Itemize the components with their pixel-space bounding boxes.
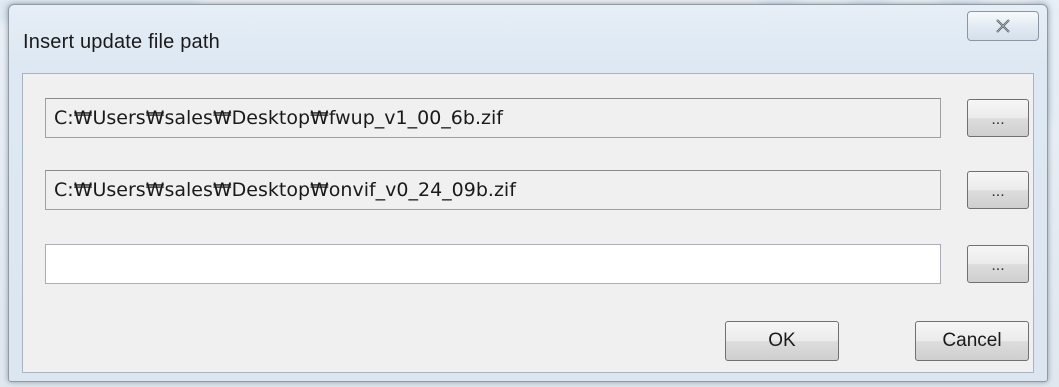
update-file-dialog: Insert update file path C:₩Users₩sales₩D… bbox=[8, 4, 1048, 382]
file-path-field-1[interactable]: C:₩Users₩sales₩Desktop₩fwup_v1_00_6b.zif bbox=[45, 98, 941, 138]
cancel-button[interactable]: Cancel bbox=[915, 321, 1029, 361]
dialog-title: Insert update file path bbox=[23, 31, 220, 53]
browse-button-1[interactable]: ... bbox=[967, 99, 1029, 137]
browse-button-3[interactable]: ... bbox=[967, 245, 1029, 283]
close-x-icon bbox=[996, 19, 1010, 33]
browse-button-2[interactable]: ... bbox=[967, 171, 1029, 209]
ok-button[interactable]: OK bbox=[725, 321, 839, 361]
file-path-field-2[interactable]: C:₩Users₩sales₩Desktop₩onvif_v0_24_09b.z… bbox=[45, 170, 941, 210]
close-button[interactable] bbox=[967, 11, 1039, 41]
file-path-field-3[interactable] bbox=[45, 244, 941, 284]
dialog-client-area: C:₩Users₩sales₩Desktop₩fwup_v1_00_6b.zif… bbox=[22, 73, 1034, 373]
